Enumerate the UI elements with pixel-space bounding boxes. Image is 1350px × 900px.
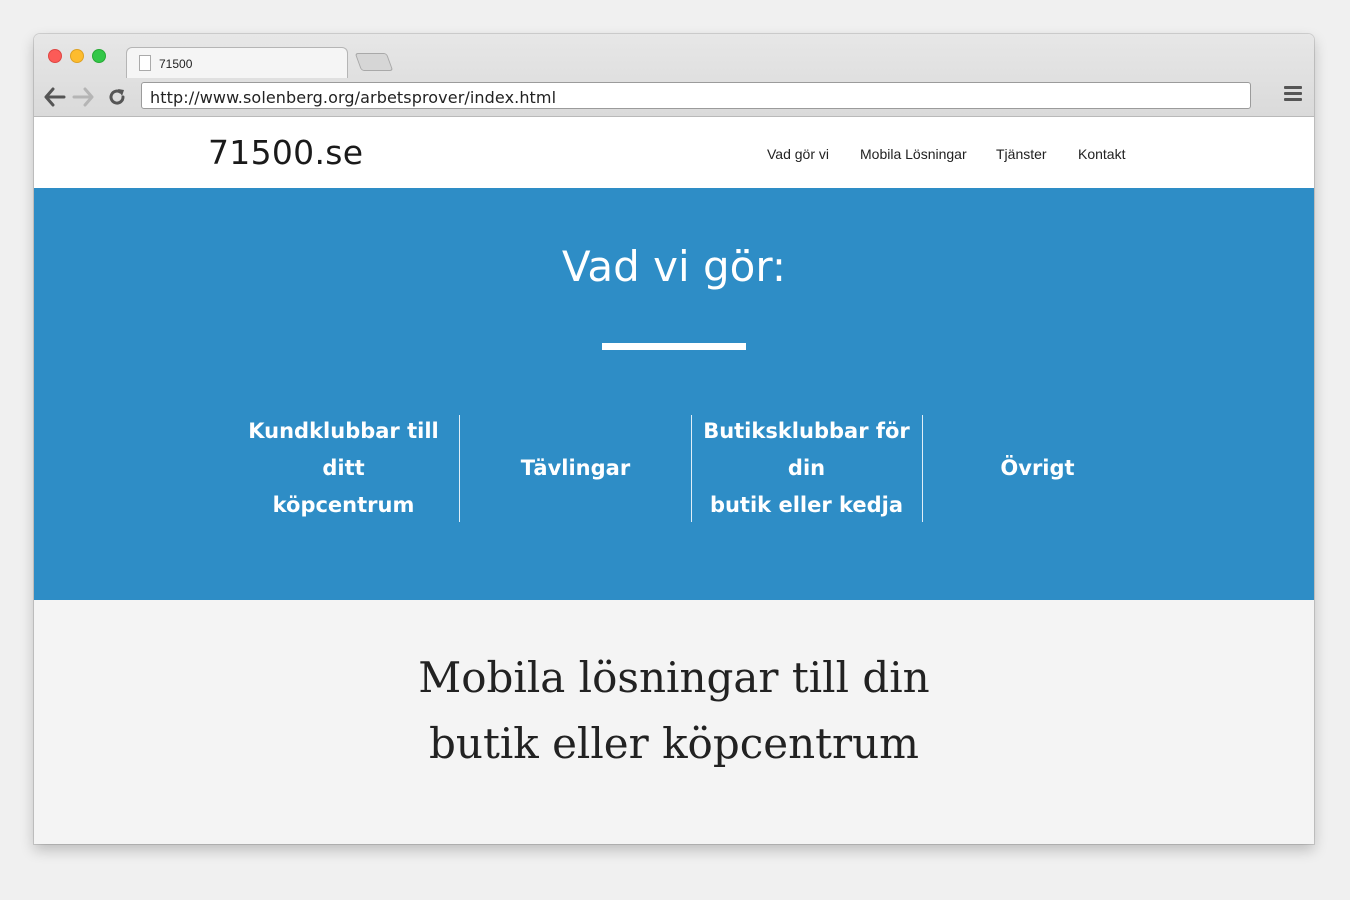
maximize-window-button[interactable]	[92, 49, 106, 63]
hero-title: Vad vi gör:	[561, 242, 787, 291]
hamburger-menu-icon[interactable]	[1284, 86, 1302, 104]
new-tab-button[interactable]	[354, 53, 394, 71]
mobile-solutions-section: Mobila lösningar till din butik eller kö…	[34, 600, 1314, 844]
site-header: 71500.se Vad gör vi Mobila Lösningar Tjä…	[34, 117, 1314, 188]
feature-label: butik eller kedja	[709, 493, 904, 517]
feature-label: Övrigt	[1000, 456, 1075, 480]
feature-ovrigt[interactable]: Övrigt	[922, 415, 1153, 522]
back-arrow-icon[interactable]	[44, 86, 66, 108]
nav-link-kontakt[interactable]: Kontakt	[1078, 146, 1125, 162]
nav-link-vad-gor-vi[interactable]: Vad gör vi	[767, 146, 829, 162]
web-page: 71500.se Vad gör vi Mobila Lösningar Tjä…	[34, 117, 1314, 844]
tab-title: 71500	[159, 57, 193, 71]
nav-link-mobila-losningar[interactable]: Mobila Lösningar	[860, 146, 967, 162]
feature-label: Butiksklubbar för din	[703, 419, 910, 480]
feature-label: köpcentrum	[272, 493, 415, 517]
section-title: Mobila lösningar till din butik eller kö…	[374, 645, 974, 777]
minimize-window-button[interactable]	[70, 49, 84, 63]
site-logo[interactable]: 71500.se	[208, 133, 363, 172]
address-bar[interactable]: http://www.solenberg.org/arbetsprover/in…	[141, 82, 1251, 109]
feature-label: Kundklubbar till ditt	[248, 419, 439, 480]
browser-chrome: 71500 http://www.solenberg.org/arbetspro…	[34, 34, 1314, 117]
feature-butiksklubbar[interactable]: Butiksklubbar för din butik eller kedja	[691, 415, 923, 522]
hero-divider	[602, 343, 746, 350]
feature-tavlingar[interactable]: Tävlingar	[460, 415, 692, 522]
section-title-line: Mobila lösningar till din	[418, 653, 930, 702]
reload-icon[interactable]	[106, 86, 128, 108]
browser-window: 71500 http://www.solenberg.org/arbetspro…	[34, 34, 1314, 844]
close-window-button[interactable]	[48, 49, 62, 63]
url-text: http://www.solenberg.org/arbetsprover/in…	[150, 88, 557, 107]
feature-kundklubbar[interactable]: Kundklubbar till ditt köpcentrum	[228, 415, 460, 522]
nav-link-tjanster[interactable]: Tjänster	[996, 146, 1047, 162]
hero-section: Vad vi gör: Kundklubbar till ditt köpcen…	[34, 188, 1314, 600]
browser-tab[interactable]: 71500	[126, 47, 348, 78]
forward-arrow-icon[interactable]	[72, 86, 94, 108]
document-icon	[139, 55, 151, 71]
feature-label: Tävlingar	[520, 456, 631, 480]
section-title-line: butik eller köpcentrum	[429, 719, 919, 768]
